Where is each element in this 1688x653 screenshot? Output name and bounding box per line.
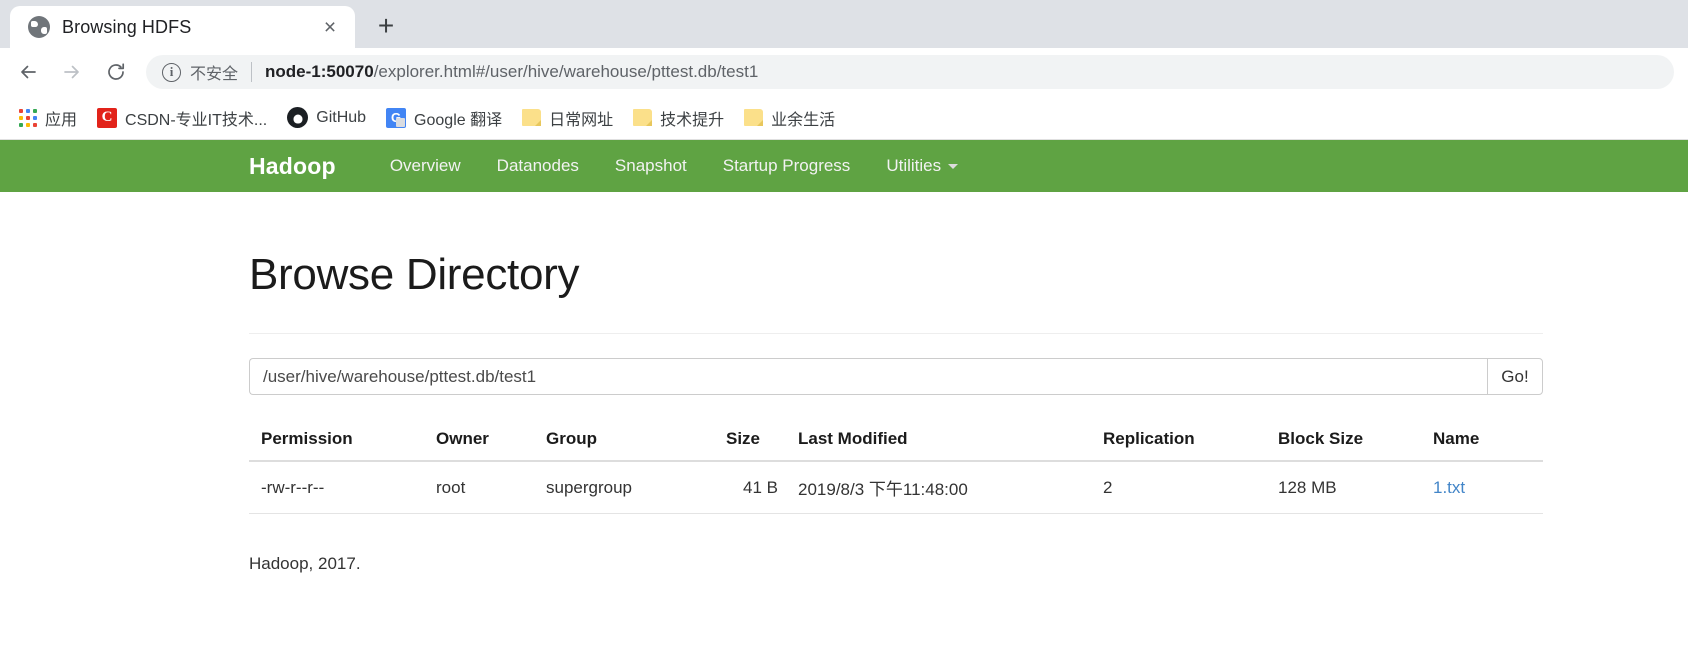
directory-table: Permission Owner Group Size Last Modifie… [249, 421, 1543, 514]
file-link[interactable]: 1.txt [1433, 478, 1465, 497]
column-header-block-size: Block Size [1266, 421, 1421, 462]
nav-item-label: Datanodes [496, 156, 579, 175]
path-form: Go! [249, 358, 1543, 395]
bookmark-folder-tech[interactable]: 技术提升 [624, 101, 733, 135]
back-icon[interactable] [8, 52, 48, 92]
cell-size: 41 B [714, 461, 786, 514]
globe-icon [28, 16, 50, 38]
browser-window: Browsing HDFS × + i 不安全 node-1:50070/exp… [0, 0, 1688, 653]
nav-item-utilities[interactable]: Utilities [868, 140, 976, 192]
title-divider [249, 333, 1543, 334]
url-path: /explorer.html#/user/hive/warehouse/ptte… [373, 62, 759, 81]
cell-replication: 2 [1091, 461, 1266, 514]
column-header-permission: Permission [249, 421, 424, 462]
cell-name: 1.txt [1421, 461, 1543, 514]
bookmarks-bar: 应用 C CSDN-专业IT技术... GitHub G Google 翻译 日… [0, 96, 1688, 140]
browser-tab[interactable]: Browsing HDFS × [10, 6, 355, 48]
hadoop-navbar: Hadoop Overview Datanodes Snapshot Start… [0, 140, 1688, 192]
close-icon[interactable]: × [317, 14, 343, 40]
bookmark-folder-daily[interactable]: 日常网址 [513, 101, 622, 135]
folder-icon [744, 109, 764, 126]
nav-item-label: Utilities [886, 156, 942, 175]
forward-icon [52, 52, 92, 92]
page-footer: Hadoop, 2017. [249, 554, 361, 573]
bookmark-csdn[interactable]: C CSDN-专业IT技术... [88, 101, 276, 135]
table-row: -rw-r--r-- root supergroup 41 B 2019/8/3… [249, 461, 1543, 514]
column-header-last-modified: Last Modified [786, 421, 1091, 462]
folder-icon [522, 109, 542, 126]
bookmark-label: 应用 [45, 111, 78, 129]
new-tab-button[interactable]: + [367, 7, 405, 45]
csdn-favicon: C [97, 107, 118, 128]
url-text: node-1:50070/explorer.html#/user/hive/wa… [265, 62, 758, 82]
cell-permission: -rw-r--r-- [249, 461, 424, 514]
bookmark-apps[interactable]: 应用 [10, 101, 86, 135]
column-header-name: Name [1421, 421, 1543, 462]
bookmark-label: 技术提升 [660, 111, 725, 129]
info-icon[interactable]: i [162, 62, 181, 82]
nav-item-overview[interactable]: Overview [372, 140, 479, 192]
nav-item-datanodes[interactable]: Datanodes [479, 140, 597, 192]
nav-item-startup-progress[interactable]: Startup Progress [705, 140, 869, 192]
reload-icon[interactable] [96, 52, 136, 92]
table-header-row: Permission Owner Group Size Last Modifie… [249, 421, 1543, 462]
path-input[interactable] [249, 358, 1487, 395]
column-header-size: Size [714, 421, 786, 462]
page-title: Browse Directory [249, 250, 580, 299]
security-label: 不安全 [190, 66, 239, 83]
google-translate-favicon: G [386, 107, 407, 128]
nav-item-label: Overview [389, 156, 461, 175]
bookmark-label: 日常网址 [549, 111, 614, 129]
table-body: -rw-r--r-- root supergroup 41 B 2019/8/3… [249, 461, 1543, 514]
hadoop-brand[interactable]: Hadoop [249, 153, 336, 180]
cell-last-modified: 2019/8/3 下午11:48:00 [786, 461, 1091, 514]
cell-owner: root [424, 461, 534, 514]
nav-item-label: Snapshot [614, 156, 687, 175]
folder-icon [633, 109, 653, 126]
bookmark-google-translate[interactable]: G Google 翻译 [377, 101, 511, 135]
bookmark-label: 业余生活 [771, 111, 836, 129]
cell-group: supergroup [534, 461, 714, 514]
apps-grid-icon [19, 108, 37, 127]
address-bar[interactable]: i 不安全 node-1:50070/explorer.html#/user/h… [146, 55, 1674, 89]
page-viewport: Hadoop Overview Datanodes Snapshot Start… [0, 140, 1688, 653]
chevron-down-icon [948, 163, 959, 169]
omnibox-divider [251, 62, 253, 82]
bookmark-folder-life[interactable]: 业余生活 [735, 101, 844, 135]
tab-title: Browsing HDFS [62, 16, 192, 37]
nav-item-snapshot[interactable]: Snapshot [597, 140, 705, 192]
page-content: Browse Directory Go! Permission Owner Gr… [0, 250, 1688, 574]
column-header-owner: Owner [424, 421, 534, 462]
bookmark-label: GitHub [316, 108, 367, 126]
table-head: Permission Owner Group Size Last Modifie… [249, 421, 1543, 462]
url-host: node-1:50070 [265, 62, 374, 81]
browser-toolbar: i 不安全 node-1:50070/explorer.html#/user/h… [0, 48, 1688, 96]
cell-block-size: 128 MB [1266, 461, 1421, 514]
column-header-group: Group [534, 421, 714, 462]
bookmark-label: Google 翻译 [414, 111, 503, 129]
go-button[interactable]: Go! [1487, 358, 1543, 395]
github-favicon [287, 107, 309, 128]
tab-strip: Browsing HDFS × + [0, 0, 1688, 48]
bookmark-github[interactable]: GitHub [278, 102, 375, 133]
bookmark-label: CSDN-专业IT技术... [125, 111, 268, 129]
column-header-replication: Replication [1091, 421, 1266, 462]
nav-item-label: Startup Progress [722, 156, 851, 175]
